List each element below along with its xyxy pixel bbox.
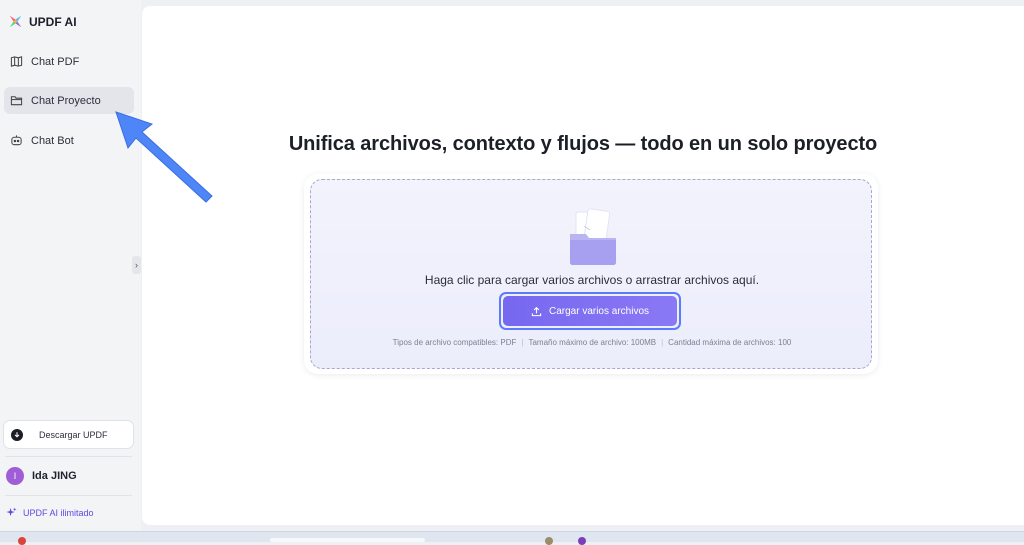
separator: | [661,338,664,347]
updf-logo-icon [9,15,22,28]
page-title: Unifica archivos, contexto y flujos — to… [288,133,878,155]
annotation-arrow-icon [115,111,213,203]
folder-icon [10,96,23,106]
main-panel: Unifica archivos, contexto y flujos — to… [142,6,1024,525]
limit-file-size: Tamaño máximo de archivo: 100MB [528,338,657,347]
sparkle-icon [6,507,17,517]
upload-button-label: Cargar varios archivos [548,305,650,317]
upload-limits: Tipos de archivo compatibles: PDF | Tamaño… [311,338,873,347]
app-icon[interactable] [18,537,26,545]
plan-link[interactable]: UPDF AI ilimitado [6,507,94,518]
sidebar-item-label: Chat Bot [31,134,74,147]
sidebar-item-label: Chat PDF [31,55,80,68]
upload-files-button[interactable]: Cargar varios archivos [499,292,681,330]
upload-card: Haga clic para cargar varios archivos o … [304,174,878,374]
user-profile[interactable]: I Ida JING [6,467,77,485]
os-taskbar [0,531,1024,545]
file-drop-zone[interactable]: Haga clic para cargar varios archivos o … [310,179,872,369]
sidebar-item-chat-pdf[interactable]: Chat PDF [4,48,134,75]
app-icon[interactable] [578,537,586,545]
dropzone-instruction: Haga clic para cargar varios archivos o … [424,273,760,287]
book-icon [10,56,23,67]
app-title: UPDF AI [29,14,77,29]
sidebar-item-label: Chat Proyecto [31,94,101,107]
chevron-right-icon: › [135,260,138,270]
sidebar-collapse-toggle[interactable]: › [132,256,141,274]
bot-icon [11,135,22,146]
limit-file-types: Tipos de archivo compatibles: PDF [392,338,517,347]
separator: | [521,338,524,347]
sidebar: UPDF AI Chat PDF Chat Proyecto Chat Bot … [0,0,141,531]
brand[interactable]: UPDF AI [8,14,77,29]
download-label: Descargar UPDF [39,429,108,440]
taskbar-search[interactable] [270,538,425,542]
limit-file-count: Cantidad máxima de archivos: 100 [668,338,792,347]
divider [5,456,132,457]
plan-label: UPDF AI ilimitado [23,507,94,518]
divider [5,495,132,496]
user-name: Ida JING [32,470,77,482]
upload-icon [531,306,542,316]
download-icon [11,428,23,441]
folder-files-icon [570,208,616,265]
app-icon[interactable] [545,537,553,545]
download-updf-button[interactable]: Descargar UPDF [3,420,134,449]
avatar: I [6,467,24,485]
